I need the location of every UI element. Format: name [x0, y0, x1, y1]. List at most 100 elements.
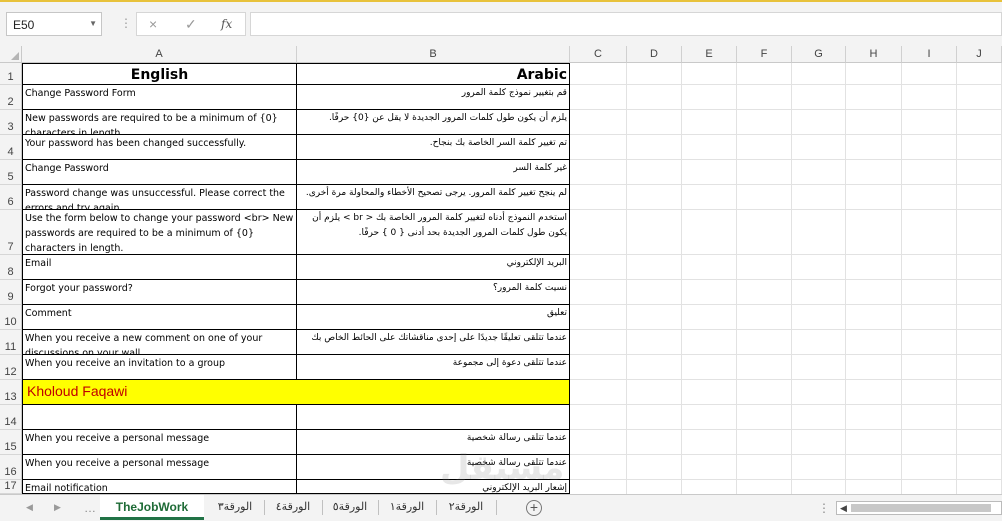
row-header[interactable]: 11 — [0, 330, 22, 355]
row-number: 2 — [7, 96, 14, 108]
row-header[interactable]: 16 — [0, 455, 22, 480]
row-number: 11 — [4, 341, 17, 353]
banner-cell[interactable]: Kholoud Faqawi — [22, 380, 570, 405]
column-header-c[interactable]: C — [570, 46, 627, 63]
row-number: 14 — [4, 416, 17, 428]
insert-function-icon[interactable]: fx — [221, 17, 232, 31]
watermark: مستقل — [440, 448, 565, 488]
row-header[interactable]: 13 — [0, 380, 22, 405]
row-number: 15 — [4, 441, 17, 453]
formula-bar: E50 ▼ ⋮ × ✓ fx — [0, 2, 1002, 46]
row-header[interactable]: 10 — [0, 305, 22, 330]
name-box[interactable]: E50 ▼ — [6, 12, 102, 36]
formula-input[interactable] — [250, 12, 1002, 36]
more-options-icon: ⋮ — [818, 501, 830, 515]
cell-arabic[interactable]: غير كلمة السر — [297, 160, 570, 185]
prev-sheet-icon[interactable]: ◀ — [26, 502, 33, 513]
cell-arabic[interactable]: عندما تتلقى دعوة إلى مجموعة — [297, 355, 570, 380]
cell-arabic[interactable]: لم ينجح تغيير كلمة المرور. يرجى تصحيح ال… — [297, 185, 570, 210]
tab-thejobwork[interactable]: TheJobWork — [100, 495, 204, 520]
column-header-a[interactable]: A — [22, 46, 297, 63]
cell-english[interactable] — [22, 405, 297, 430]
sheet-tab[interactable]: الورقة٥ — [322, 495, 378, 520]
cell-arabic[interactable]: البريد الإلكتروني — [297, 255, 570, 280]
column-header-b[interactable]: B — [297, 46, 570, 63]
cell-english[interactable]: Change Password Form — [22, 85, 297, 110]
column-header-h[interactable]: H — [846, 46, 902, 63]
row-header[interactable]: 3 — [0, 110, 22, 135]
row-header[interactable]: 12 — [0, 355, 22, 380]
more-sheets-icon[interactable]: … — [84, 501, 96, 515]
cell-english[interactable]: Email — [22, 255, 297, 280]
row-number: 13 — [4, 391, 17, 403]
cell-english[interactable]: When you receive a new comment on one of… — [22, 330, 297, 355]
cell-arabic[interactable]: تم تغيير كلمة السر الخاصة بك بنجاح. — [297, 135, 570, 160]
row-header[interactable]: 15 — [0, 430, 22, 455]
cell-english[interactable]: Use the form below to change your passwo… — [22, 210, 297, 255]
column-header-e[interactable]: E — [682, 46, 737, 63]
add-sheet-button[interactable]: + — [526, 500, 542, 516]
row-number: 9 — [7, 291, 14, 303]
sheet-tab[interactable]: الورقة٤ — [264, 495, 322, 520]
cell-english[interactable]: When you receive a personal message — [22, 455, 297, 480]
cell-arabic[interactable]: استخدم النموذج أدناه لتغيير كلمة المرور … — [297, 210, 570, 255]
row-header[interactable]: 5 — [0, 160, 22, 185]
row-header[interactable]: 8 — [0, 255, 22, 280]
sheet-tab[interactable]: الورقة٢ — [436, 495, 496, 520]
cell-arabic[interactable]: نسيت كلمة المرور؟ — [297, 280, 570, 305]
enter-icon[interactable]: ✓ — [185, 16, 197, 33]
cell-arabic[interactable]: Arabic — [297, 63, 570, 85]
row-number: 17 — [4, 480, 17, 492]
column-header-d[interactable]: D — [627, 46, 682, 63]
row-number: 1 — [7, 71, 14, 83]
row-number: 5 — [7, 171, 14, 183]
column-header-f[interactable]: F — [737, 46, 792, 63]
row-header[interactable]: 2 — [0, 85, 22, 110]
cell-english[interactable]: New passwords are required to be a minim… — [22, 110, 297, 135]
cell-english[interactable]: Your password has been changed successfu… — [22, 135, 297, 160]
row-number: 8 — [7, 266, 14, 278]
column-header-i[interactable]: I — [902, 46, 957, 63]
row-header[interactable]: 17 — [0, 480, 22, 494]
row-header[interactable]: 4 — [0, 135, 22, 160]
cell-english[interactable]: Password change was unsuccessful. Please… — [22, 185, 297, 210]
cell-english[interactable]: Comment — [22, 305, 297, 330]
cell-english[interactable]: English — [22, 63, 297, 85]
select-all-corner[interactable] — [0, 46, 22, 63]
horizontal-scrollbar[interactable]: ◀ — [836, 501, 1002, 515]
row-header[interactable]: 7 — [0, 210, 22, 255]
cell-arabic[interactable] — [297, 405, 570, 430]
cell-english[interactable]: Change Password — [22, 160, 297, 185]
column-header-g[interactable]: G — [792, 46, 846, 63]
row-number: 10 — [4, 316, 17, 328]
cell-arabic[interactable]: تعليق — [297, 305, 570, 330]
row-number: 16 — [4, 466, 17, 478]
sheet-tab[interactable]: الورقة١ — [378, 495, 436, 520]
cell-arabic[interactable]: يلزم أن يكون طول كلمات المرور الجديدة لا… — [297, 110, 570, 135]
sheet-tab[interactable]: الورقة٣ — [206, 495, 264, 520]
cell-arabic[interactable]: عندما تتلقى تعليقًا جديدًا على إحدى مناق… — [297, 330, 570, 355]
more-options-icon: ⋮ — [120, 16, 132, 30]
row-header[interactable]: 14 — [0, 405, 22, 430]
row-number: 7 — [7, 241, 14, 253]
formula-buttons: × ✓ fx — [136, 12, 246, 36]
next-sheet-icon[interactable]: ▶ — [54, 502, 61, 513]
cancel-icon[interactable]: × — [149, 16, 157, 32]
row-number: 3 — [7, 121, 14, 133]
cell-english[interactable]: Forgot your password? — [22, 280, 297, 305]
cell-english[interactable]: Email notification — [22, 480, 297, 494]
row-number: 6 — [7, 196, 14, 208]
sheet-tab-bar: ◀ ▶ … TheJobWork الورقة٣ الورقة٤ الورقة٥… — [0, 494, 1002, 521]
scrollbar-thumb[interactable] — [851, 504, 991, 512]
row-header[interactable]: 9 — [0, 280, 22, 305]
scroll-left-icon[interactable]: ◀ — [840, 503, 847, 514]
row-header[interactable]: 6 — [0, 185, 22, 210]
row-number: 4 — [7, 146, 14, 158]
column-header-j[interactable]: J — [957, 46, 1002, 63]
name-box-value: E50 — [13, 18, 35, 32]
row-header[interactable]: 1 — [0, 63, 22, 85]
cell-arabic[interactable]: قم بتغيير نموذج كلمة المرور — [297, 85, 570, 110]
cell-english[interactable]: When you receive an invitation to a grou… — [22, 355, 297, 380]
cell-english[interactable]: When you receive a personal message — [22, 430, 297, 455]
chevron-down-icon[interactable]: ▼ — [89, 19, 97, 28]
